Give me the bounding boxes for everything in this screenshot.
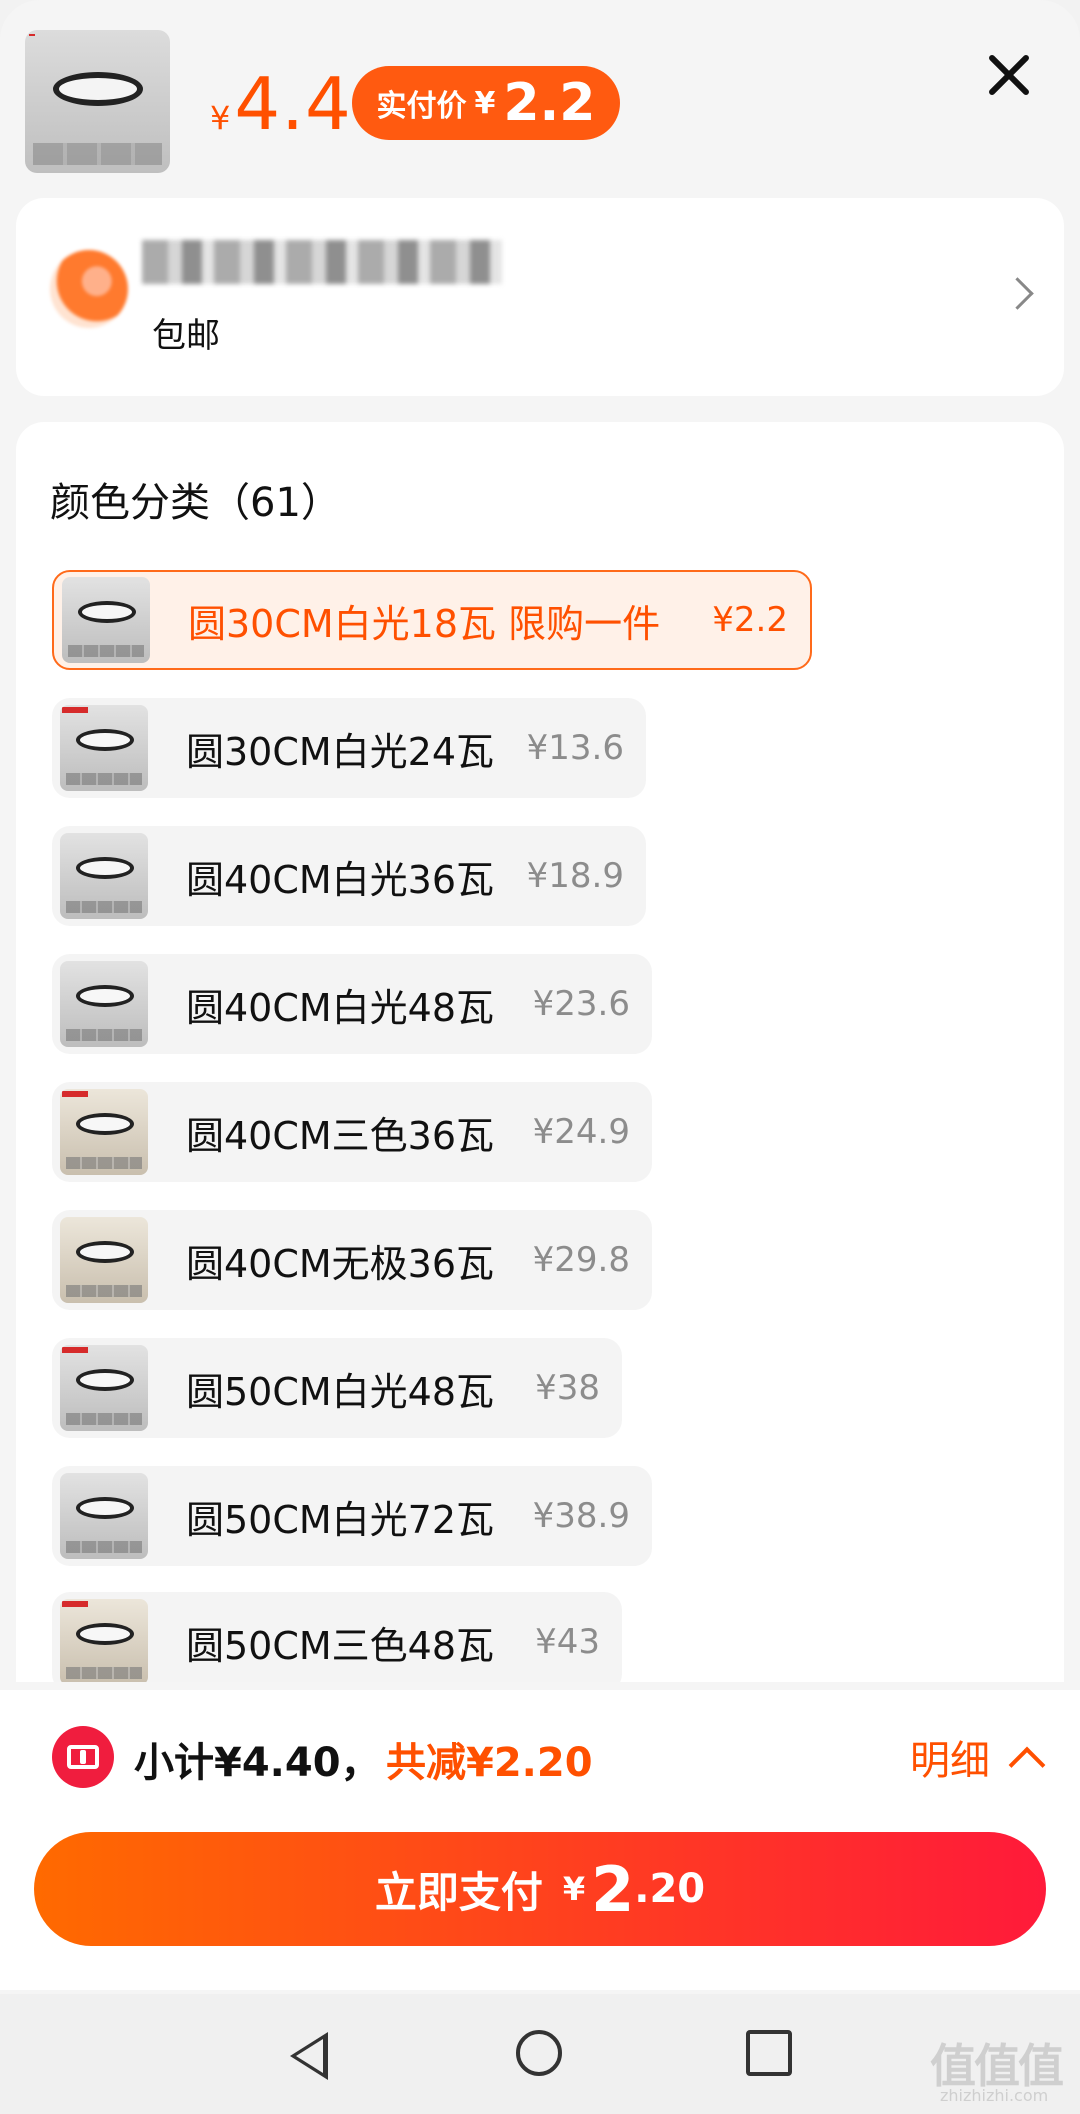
pay-button-currency: ¥ <box>562 1870 586 1908</box>
actual-pay-value: 2.2 <box>503 73 596 133</box>
variant-thumbnail <box>60 1345 148 1431</box>
variant-panel: 颜色分类（61） 圆30CM白光18瓦 限购一件 ¥2.2 圆30CM白光24瓦… <box>16 422 1064 1682</box>
variant-name: 圆40CM三色36瓦 <box>186 1113 495 1158</box>
thumbnail-tag <box>29 34 35 36</box>
variant-thumbnail <box>60 1599 148 1682</box>
variant-name: 圆30CM白光18瓦 限购一件 <box>188 601 661 646</box>
watermark-url: zhizhizhi.com <box>940 2086 1049 2105</box>
pay-button-label: 立即支付 <box>374 1867 543 1917</box>
variant-price: ¥13.6 <box>526 728 624 768</box>
original-price: ¥ 4.4 <box>210 62 352 146</box>
variant-option[interactable]: 圆50CM三色48瓦 ¥43 <box>52 1592 622 1682</box>
recents-square-icon[interactable] <box>746 2030 792 2076</box>
variant-name: 圆40CM无极36瓦 <box>186 1241 495 1286</box>
product-thumbnail <box>25 30 170 173</box>
variant-thumbnail <box>60 1217 148 1303</box>
variant-option[interactable]: 圆50CM白光48瓦 ¥38 <box>52 1338 622 1438</box>
lamp-image <box>53 72 143 106</box>
shop-card[interactable]: 包邮 <box>16 198 1064 396</box>
back-triangle-icon[interactable] <box>290 2032 328 2080</box>
variant-thumbnail <box>60 705 148 791</box>
variant-option[interactable]: 圆30CM白光18瓦 限购一件 ¥2.2 <box>52 570 812 670</box>
pay-button-amount-dec: .20 <box>634 1866 706 1912</box>
spec-strip <box>33 143 162 165</box>
variant-option[interactable]: 圆40CM白光36瓦 ¥18.9 <box>52 826 646 926</box>
price-currency: ¥ <box>210 99 231 137</box>
variant-option[interactable]: 圆30CM白光24瓦 ¥13.6 <box>52 698 646 798</box>
variant-option[interactable]: 圆50CM白光72瓦 ¥38.9 <box>52 1466 652 1566</box>
variant-name: 圆50CM白光48瓦 <box>186 1369 495 1414</box>
variant-thumbnail <box>60 833 148 919</box>
variant-name: 圆40CM白光48瓦 <box>186 985 495 1030</box>
actual-pay-label: 实付价 <box>376 89 467 124</box>
variant-option[interactable]: 圆40CM无极36瓦 ¥29.8 <box>52 1210 652 1310</box>
details-toggle[interactable]: 明细 <box>910 1728 990 1786</box>
variant-price: ¥43 <box>535 1622 600 1662</box>
close-icon[interactable] <box>986 52 1032 98</box>
variant-thumbnail <box>60 1089 148 1175</box>
subtotal-text: 小计¥4.40， <box>134 1740 381 1786</box>
variant-price: ¥29.8 <box>532 1240 630 1280</box>
variant-option[interactable]: 圆40CM白光48瓦 ¥23.6 <box>52 954 652 1054</box>
variant-option[interactable]: 圆40CM三色36瓦 ¥24.9 <box>52 1082 652 1182</box>
shop-logo-icon <box>50 250 128 328</box>
variant-price: ¥2.2 <box>712 600 788 640</box>
variant-price: ¥38.9 <box>532 1496 630 1536</box>
variant-thumbnail <box>60 961 148 1047</box>
variant-price: ¥24.9 <box>532 1112 630 1152</box>
pay-button-amount-int: 2 <box>591 1852 635 1926</box>
discount-text: 共减¥2.20 <box>386 1740 593 1786</box>
variant-name: 圆50CM白光72瓦 <box>186 1497 495 1542</box>
pay-now-button[interactable]: 立即支付 ¥ 2 .20 <box>34 1832 1046 1946</box>
coupon-icon <box>52 1726 114 1788</box>
actual-pay-currency: ¥ <box>474 85 496 121</box>
variant-name: 圆30CM白光24瓦 <box>186 729 495 774</box>
variant-price: ¥38 <box>535 1368 600 1408</box>
variant-price: ¥18.9 <box>526 856 624 896</box>
variant-title: 颜色分类（61） <box>50 480 341 526</box>
variant-name: 圆50CM三色48瓦 <box>186 1623 495 1668</box>
shop-name-redacted <box>142 240 502 284</box>
home-circle-icon[interactable] <box>516 2030 562 2076</box>
variant-thumbnail <box>60 1473 148 1559</box>
variant-price: ¥23.6 <box>532 984 630 1024</box>
variant-name: 圆40CM白光36瓦 <box>186 857 495 902</box>
variant-thumbnail <box>62 577 150 663</box>
price-value: 4.4 <box>234 62 352 146</box>
shipping-label: 包邮 <box>152 316 220 356</box>
actual-pay-badge: 实付价 ¥ 2.2 <box>352 66 620 140</box>
